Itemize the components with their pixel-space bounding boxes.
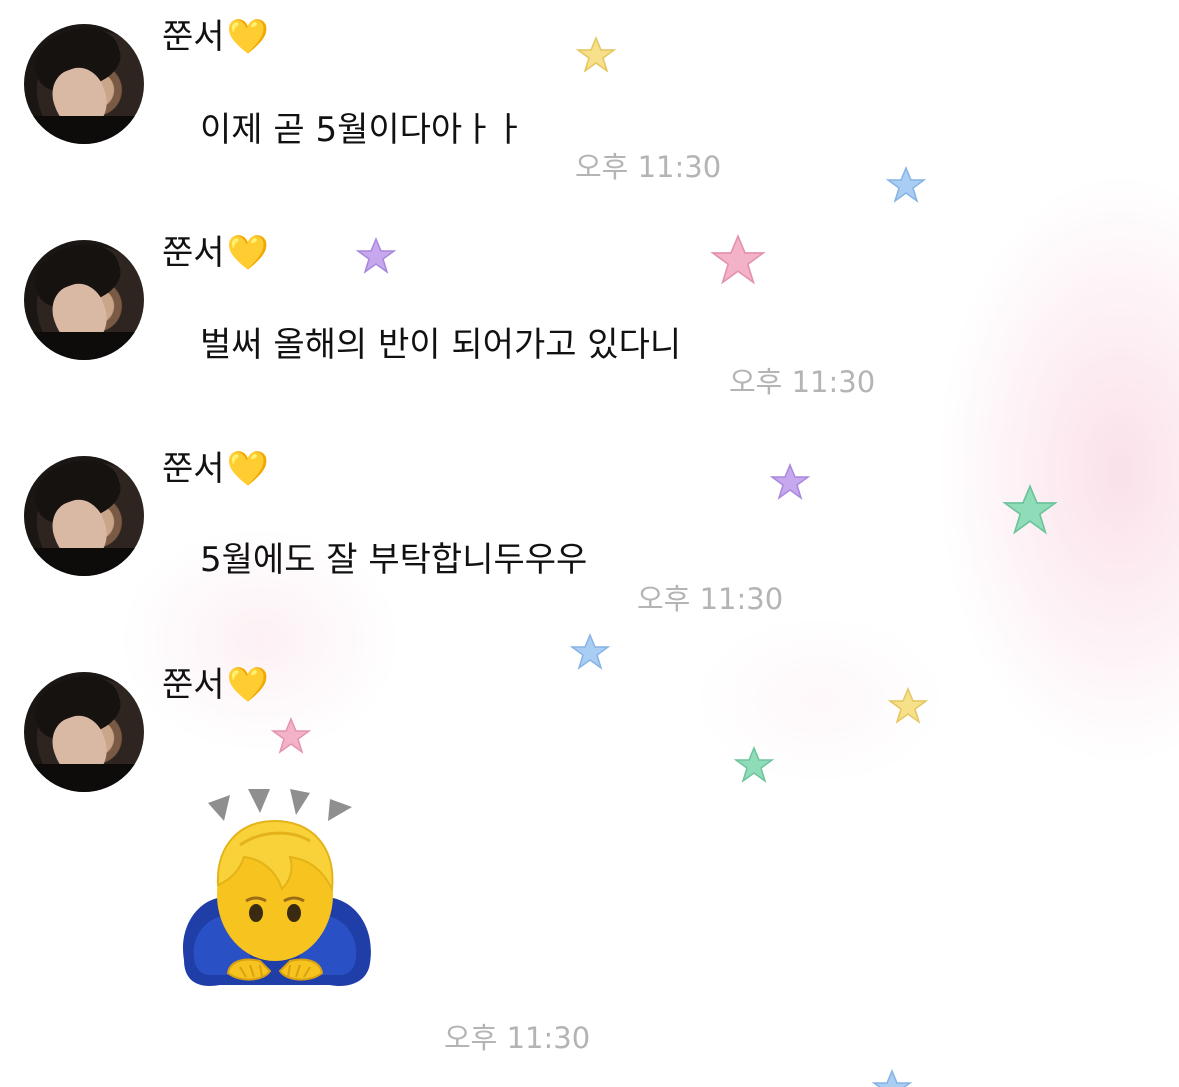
message-text[interactable]: 벌써 올해의 반이 되어가고 있다니 [200,323,681,367]
yellow-heart-icon: 💛 [226,233,269,273]
avatar[interactable] [24,672,144,792]
chat-message: 쭌서💛 5월에도 잘 부탁합니두우우 오후 11:30 [0,432,1179,642]
sender-name-text: 쭌서 [162,665,225,705]
yellow-heart-icon: 💛 [226,449,269,489]
message-time: 오후 11:30 [637,582,784,616]
message-time: 오후 11:30 [575,150,722,184]
sender-name: 쭌서💛 [162,663,269,707]
chat-message: 쭌서💛 벌써 올해의 반이 되어가고 있다니 오후 11:30 [0,216,1179,426]
avatar[interactable] [24,24,144,144]
chat-message: 쭌서💛 이제 곧 5월이다아ㅏㅏ 오후 11:30 [0,0,1179,210]
sender-name-text: 쭌서 [162,449,225,489]
message-time: 오후 11:30 [444,1021,591,1055]
message-text[interactable]: 이제 곧 5월이다아ㅏㅏ [200,108,525,152]
chat-room: 쭌서💛 이제 곧 5월이다아ㅏㅏ 오후 11:30 쭌서💛 벌써 올해의 반이 … [0,0,1179,1087]
sender-name: 쭌서💛 [162,231,269,275]
person-bowing-emoji[interactable] [170,785,380,1000]
avatar[interactable] [24,240,144,360]
sender-name: 쭌서💛 [162,447,269,491]
yellow-heart-icon: 💛 [226,665,269,705]
avatar[interactable] [24,456,144,576]
yellow-heart-icon: 💛 [226,17,269,57]
message-text[interactable]: 5월에도 잘 부탁합니두우우 [200,538,587,582]
sender-name: 쭌서💛 [162,15,269,59]
sender-name-text: 쭌서 [162,233,225,273]
message-time: 오후 11:30 [729,365,876,399]
sender-name-text: 쭌서 [162,17,225,57]
